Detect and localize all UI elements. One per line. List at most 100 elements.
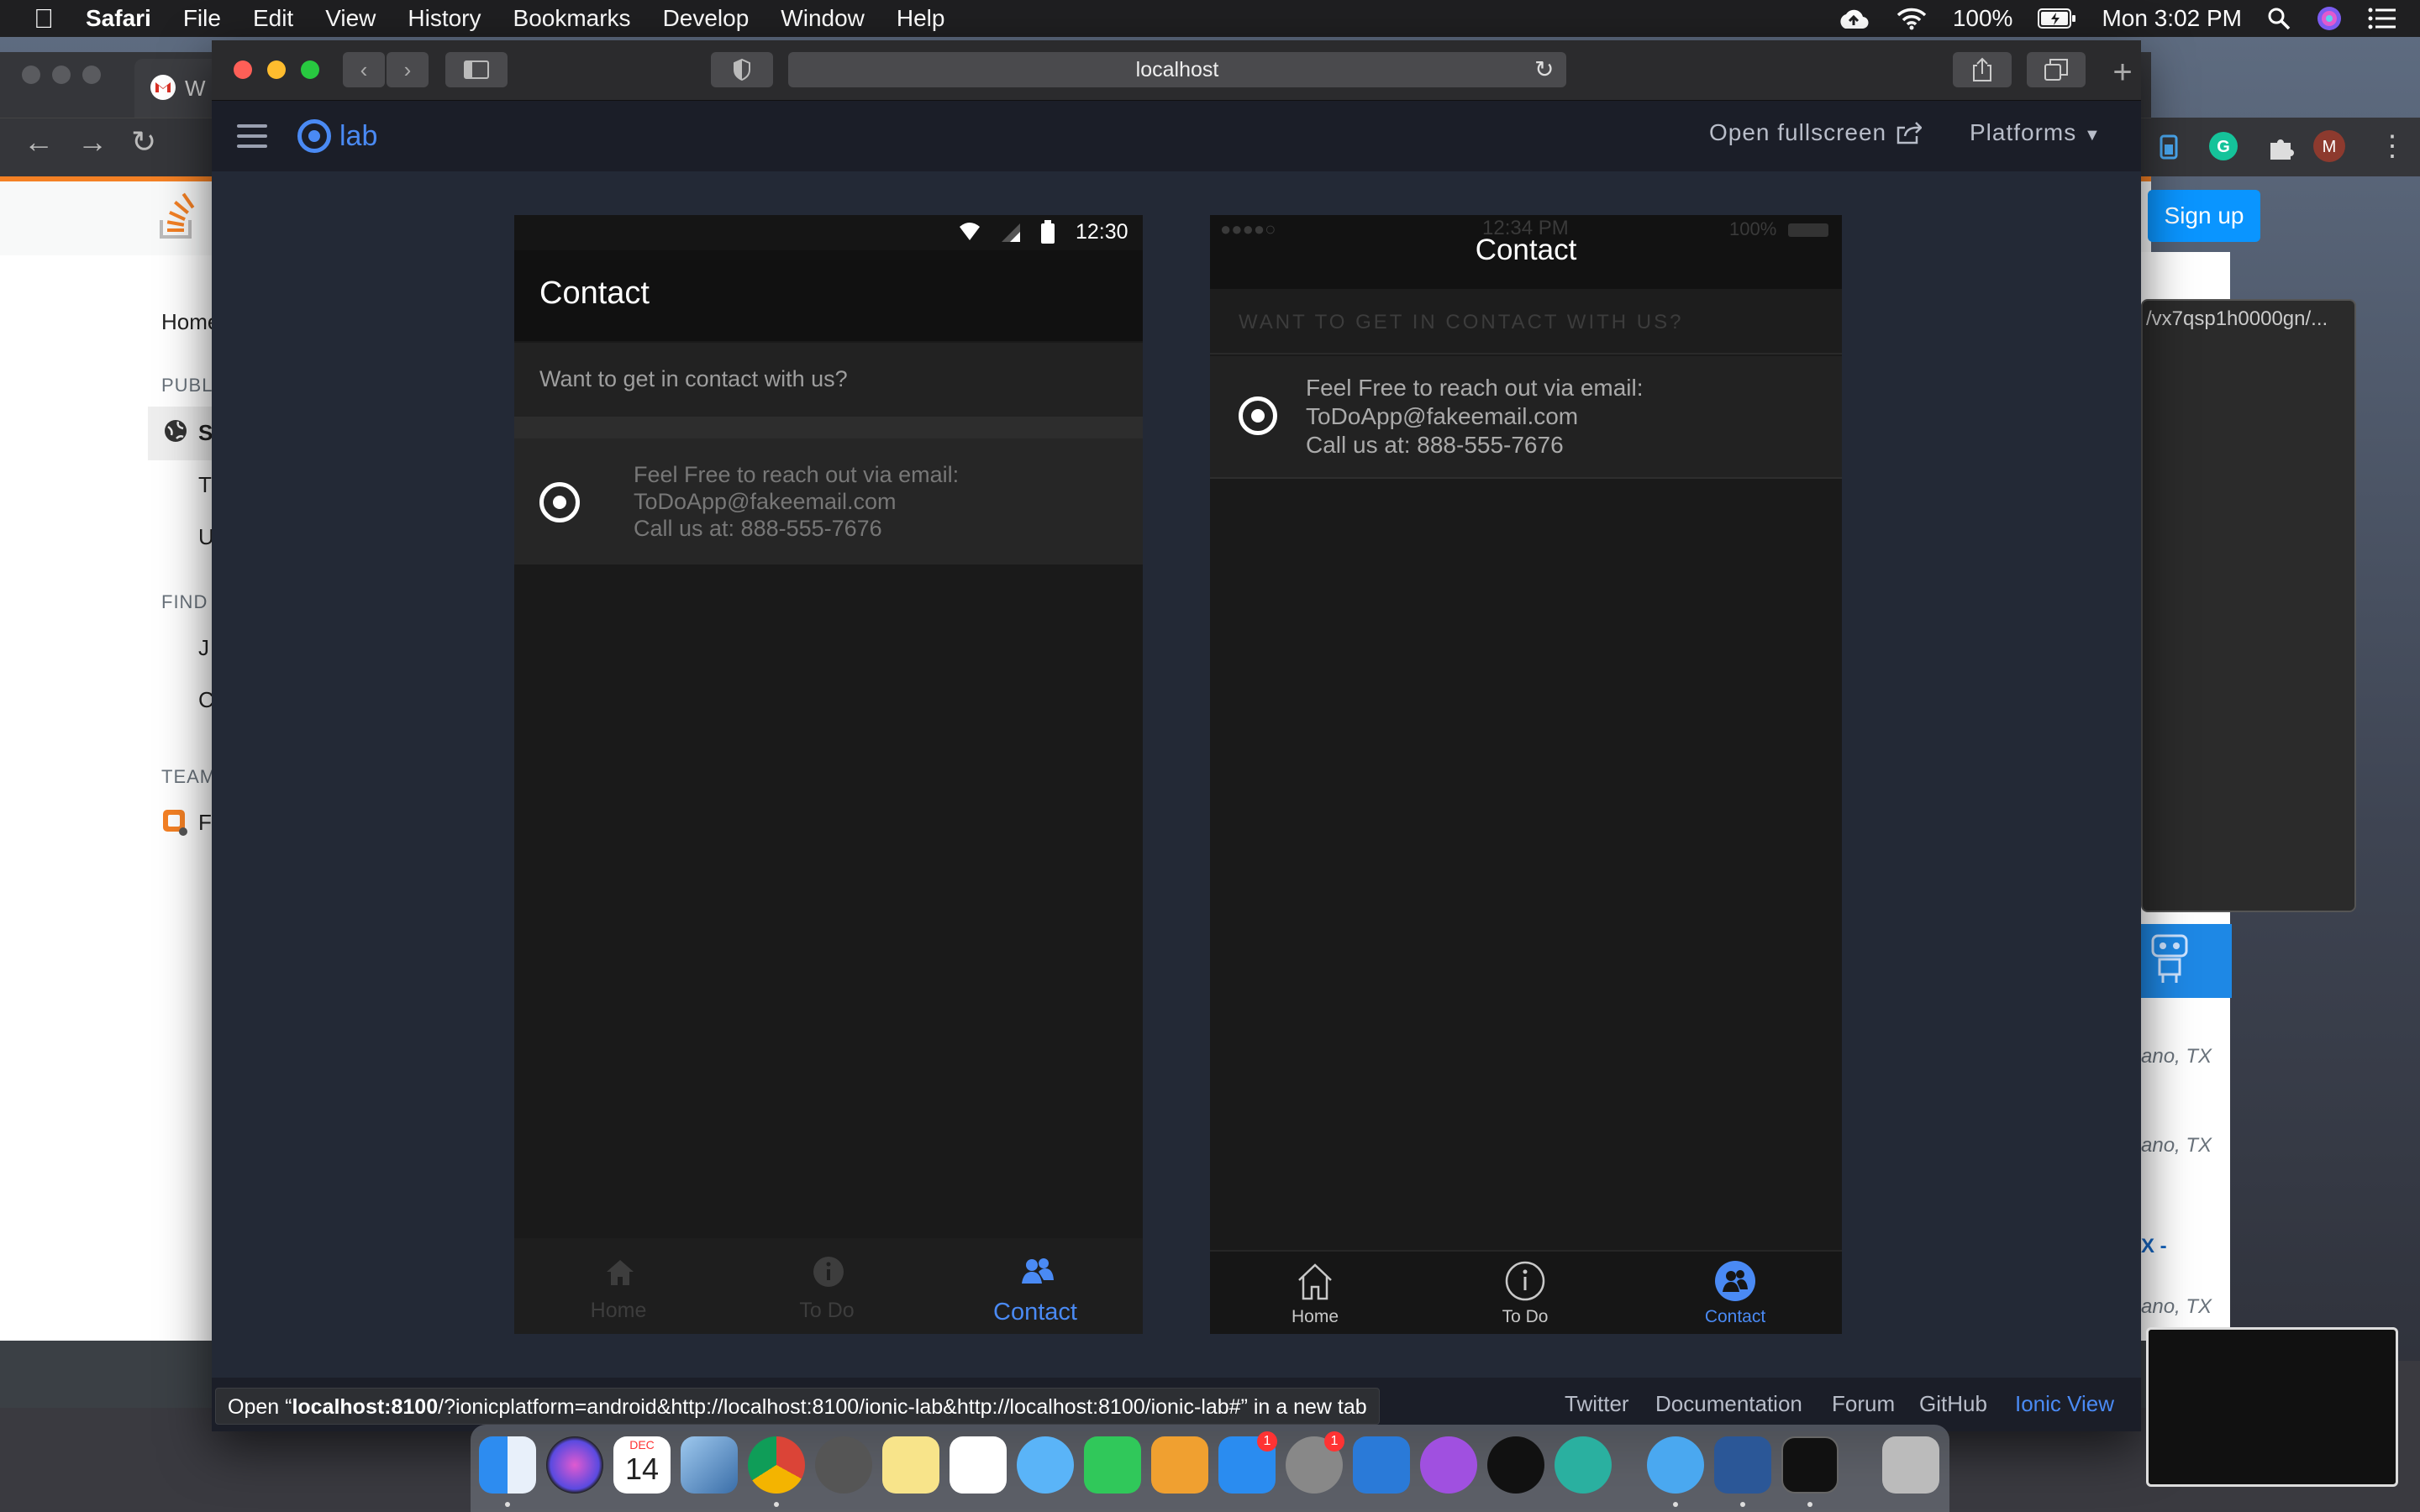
so-sidebar-home[interactable]: Home	[161, 309, 219, 335]
svg-text:M: M	[2323, 138, 2337, 156]
footer-ionic-view-link[interactable]: Ionic View	[2015, 1391, 2114, 1417]
puzzle-extensions-icon[interactable]	[2267, 133, 2296, 161]
close-window-button[interactable]	[234, 60, 252, 79]
chrome-back-icon[interactable]: ←	[24, 124, 54, 160]
apple-tv-icon[interactable]	[1487, 1436, 1544, 1494]
terminal-icon[interactable]	[1781, 1436, 1839, 1494]
ios-tab-contact[interactable]: Contact	[1630, 1260, 1840, 1334]
menu-view[interactable]: View	[325, 5, 376, 32]
stackoverflow-logo-icon[interactable]	[160, 192, 198, 239]
footer-forum-link[interactable]: Forum	[1832, 1391, 1895, 1417]
word-icon[interactable]	[1714, 1436, 1771, 1494]
chrome-reload-icon[interactable]: ↻	[131, 124, 156, 160]
icloud-upload-icon[interactable]	[1837, 7, 1870, 30]
status-host: localhost:8100	[292, 1395, 439, 1419]
zoom-window-button[interactable]	[301, 60, 319, 79]
so-sidebar-free-team[interactable]: F	[198, 810, 212, 836]
spotlight-search-icon[interactable]	[2267, 7, 2291, 30]
safari-dock-icon[interactable]	[1647, 1436, 1704, 1494]
privacy-report-button[interactable]	[711, 52, 773, 87]
sidebar-button[interactable]	[445, 52, 508, 87]
ios-page-title: Contact	[1475, 234, 1577, 266]
ios-tab-home[interactable]: Home	[1210, 1260, 1420, 1334]
android-tab-todo[interactable]: To Do	[723, 1238, 931, 1334]
footer-twitter-link[interactable]: Twitter	[1565, 1391, 1629, 1417]
app-icon[interactable]	[1555, 1436, 1612, 1494]
so-sidebar-s[interactable]: S	[198, 420, 213, 446]
job-title-fragment[interactable]: X -	[2141, 1235, 2167, 1258]
extension-icon[interactable]	[2156, 133, 2181, 161]
trash-icon[interactable]	[1882, 1436, 1939, 1494]
siri-dock-icon[interactable]	[546, 1436, 603, 1494]
footer-github-link[interactable]: GitHub	[1919, 1391, 1987, 1417]
so-sidebar-tags[interactable]: T	[198, 472, 212, 498]
preview-icon[interactable]	[681, 1436, 738, 1494]
keynote-icon[interactable]	[1151, 1436, 1208, 1494]
menu-window[interactable]: Window	[781, 5, 865, 32]
vscode-icon[interactable]	[1353, 1436, 1410, 1494]
reload-icon[interactable]: ↻	[1534, 55, 1554, 83]
so-sidebar-jobs[interactable]: J	[198, 635, 209, 661]
app-store-badge: 1	[1257, 1431, 1277, 1452]
share-button[interactable]	[1953, 52, 2012, 87]
android-tab-contact[interactable]: Contact	[931, 1238, 1139, 1334]
forward-button[interactable]: ›	[387, 52, 429, 87]
menu-file[interactable]: File	[183, 5, 221, 32]
ionic-lab-logo[interactable]: lab	[297, 119, 377, 153]
android-wifi-icon	[960, 223, 980, 240]
forward-chevron-icon: ›	[403, 56, 412, 82]
ios-list-header: WANT TO GET IN CONTACT WITH US?	[1210, 289, 1842, 354]
status-prefix: Open “	[228, 1395, 292, 1419]
chrome-forward-icon[interactable]: →	[77, 124, 108, 160]
podcasts-icon[interactable]	[1420, 1436, 1477, 1494]
hamburger-menu-icon[interactable]	[237, 124, 267, 148]
facetime-icon[interactable]	[1084, 1436, 1141, 1494]
wifi-icon[interactable]	[1896, 7, 1928, 30]
address-bar[interactable]: localhost	[788, 52, 1566, 87]
terminal-path: /vx7qsp1h0000gn/...	[2146, 307, 2328, 330]
battery-percent: 100%	[1952, 5, 2013, 31]
calendar-icon[interactable]: DEC 14	[613, 1436, 671, 1494]
menu-app-name[interactable]: Safari	[86, 5, 151, 32]
footer-documentation-link[interactable]: Documentation	[1655, 1391, 1802, 1417]
link-hover-status: Open “localhost:8100/?ionicplatform=andr…	[215, 1388, 1380, 1425]
menu-bookmarks[interactable]: Bookmarks	[513, 5, 631, 32]
chrome-menu-icon[interactable]: ⋮	[2378, 129, 2407, 163]
minimize-window-button[interactable]	[267, 60, 286, 79]
dock-running-indicator	[1673, 1502, 1678, 1507]
sign-up-button[interactable]: Sign up	[2148, 190, 2260, 242]
chrome-dock-icon[interactable]	[748, 1436, 805, 1494]
open-fullscreen-link[interactable]: Open fullscreen	[1709, 119, 1923, 146]
back-button[interactable]: ‹	[343, 52, 385, 87]
android-tab-home-label: Home	[590, 1299, 647, 1322]
dock-running-indicator	[505, 1502, 510, 1507]
android-tab-home[interactable]: Home	[514, 1238, 723, 1334]
messages-icon[interactable]	[1017, 1436, 1074, 1494]
menu-help[interactable]: Help	[897, 5, 945, 32]
menu-clock[interactable]: Mon 3:02 PM	[2102, 5, 2242, 32]
profile-avatar-icon[interactable]: M	[2312, 129, 2346, 163]
background-terminal-window[interactable]	[2141, 299, 2356, 912]
notification-center-icon[interactable]	[2368, 8, 2396, 29]
contacts-icon	[1022, 1258, 1054, 1284]
menu-develop[interactable]: Develop	[663, 5, 750, 32]
apple-menu-icon[interactable]: 	[34, 3, 54, 34]
external-share-icon	[1897, 122, 1923, 144]
shield-icon	[734, 58, 750, 81]
android-contact-phone: Call us at: 888-555-7676	[634, 516, 882, 541]
reminders-icon[interactable]	[950, 1436, 1007, 1494]
tab-overview-button[interactable]	[2027, 52, 2086, 87]
screenshot-thumbnail[interactable]	[2146, 1327, 2398, 1487]
finder-icon[interactable]	[479, 1436, 536, 1494]
menu-edit[interactable]: Edit	[253, 5, 293, 32]
siri-icon[interactable]	[2316, 5, 2343, 32]
battery-icon[interactable]	[2038, 8, 2076, 29]
grammarly-icon[interactable]: G	[2208, 131, 2238, 161]
launchpad-icon[interactable]	[815, 1436, 872, 1494]
platforms-dropdown[interactable]: Platforms ▼	[1970, 119, 2102, 146]
ios-tab-todo[interactable]: To Do	[1420, 1260, 1630, 1334]
notes-icon[interactable]	[882, 1436, 939, 1494]
new-tab-icon[interactable]: +	[2104, 54, 2141, 91]
menu-history[interactable]: History	[408, 5, 481, 32]
home-outline-icon	[1298, 1263, 1332, 1300]
